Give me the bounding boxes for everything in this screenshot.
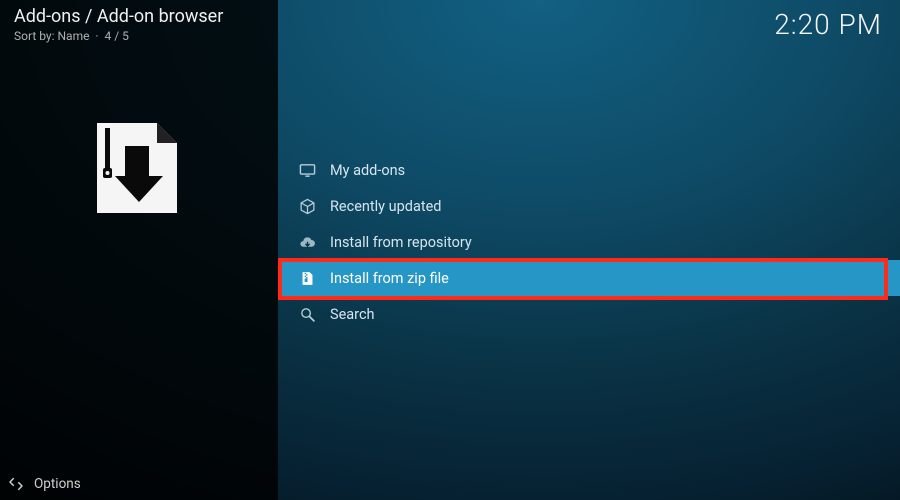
menu-item-my-addons[interactable]: My add-ons <box>278 152 900 188</box>
menu-item-install-from-repository[interactable]: Install from repository <box>278 224 900 260</box>
footer-options-label: Options <box>34 476 81 492</box>
sort-label: Sort by: <box>14 29 55 43</box>
list-position: 4 / 5 <box>105 29 129 43</box>
zip-download-icon <box>76 118 198 222</box>
header-subtitle: Sort by: Name · 4 / 5 <box>14 29 223 43</box>
menu-item-install-from-zip[interactable]: Install from zip file <box>278 260 900 296</box>
menu-item-recently-updated[interactable]: Recently updated <box>278 188 900 224</box>
sort-value: Name <box>57 29 89 43</box>
search-icon <box>298 305 316 323</box>
options-icon <box>8 476 24 492</box>
sidebar <box>0 0 278 500</box>
clock: 2:20 PM <box>774 8 882 41</box>
header: Add-ons / Add-on browser Sort by: Name ·… <box>14 6 223 43</box>
box-icon <box>298 197 316 215</box>
screen-icon <box>298 161 316 179</box>
menu-item-search[interactable]: Search <box>278 296 900 332</box>
menu-item-label: My add-ons <box>330 162 405 179</box>
footer-options[interactable]: Options <box>8 476 81 492</box>
menu-item-label: Install from repository <box>330 234 472 251</box>
cloud-download-icon <box>298 233 316 251</box>
menu-item-label: Search <box>330 306 375 323</box>
menu-item-label: Recently updated <box>330 198 441 215</box>
menu-item-label: Install from zip file <box>330 270 449 287</box>
menu-list: My add-ons Recently updated Install from… <box>278 152 900 332</box>
zip-file-icon <box>298 269 316 287</box>
breadcrumb-title: Add-ons / Add-on browser <box>14 6 223 27</box>
